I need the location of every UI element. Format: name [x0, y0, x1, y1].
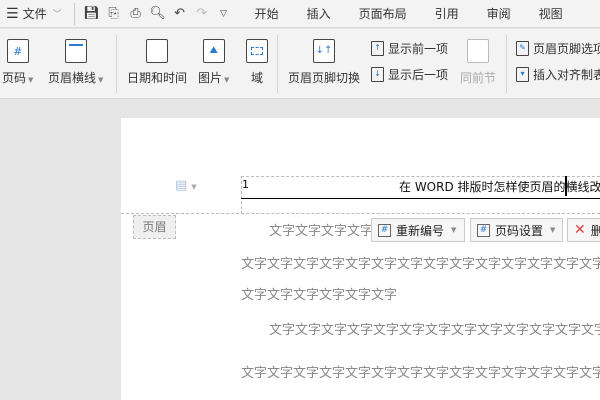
- header-footer-options-button[interactable]: ✎ 页眉页脚选项: [516, 40, 600, 57]
- header-page-number: 1: [242, 178, 249, 191]
- field-button[interactable]: 域: [246, 39, 268, 86]
- picture-icon: ⛰: [202, 39, 225, 63]
- page-icon[interactable]: ▤ ▼: [175, 178, 197, 193]
- caret-icon: ▼: [28, 76, 34, 84]
- hamburger-icon: ☰: [6, 5, 19, 22]
- label: 显示前一项: [388, 42, 449, 56]
- file-menu-label: 文件: [22, 7, 47, 21]
- show-next-button[interactable]: ↓ 显示后一项: [371, 66, 448, 83]
- body-line: 文字文字文字文字文字文字文字文字文字文字文字文字文字文字文字文字文字文字文字文字: [241, 257, 600, 272]
- delete-page-number-button[interactable]: ✕ 删除页码: [567, 218, 600, 242]
- print-icon[interactable]: ⎙: [125, 6, 147, 21]
- alignment-tab-icon: ▾: [516, 67, 529, 82]
- customize-dropdown-icon[interactable]: ▽: [213, 9, 235, 19]
- divider: [73, 2, 75, 25]
- divider: [116, 35, 117, 93]
- body-line: 文字文字文字文字文字文字文字文字文字文字文字文字文字文字文字文字文字文字文字文字: [241, 366, 600, 381]
- header-boundary: [121, 213, 600, 214]
- switch-icon: ↓↑: [313, 39, 335, 63]
- label: 域: [250, 71, 263, 85]
- divider: [506, 35, 507, 93]
- label: 重新编号: [396, 223, 445, 238]
- previous-icon: ↑: [371, 41, 384, 56]
- undo-icon[interactable]: ↶: [169, 6, 191, 21]
- label: 日期和时间: [127, 71, 188, 85]
- label: 页码: [2, 71, 27, 85]
- tab-view[interactable]: 视图: [525, 5, 577, 22]
- date-time-button[interactable]: 日期和时间: [127, 39, 187, 86]
- show-previous-button[interactable]: ↑ 显示前一项: [371, 40, 448, 57]
- header-label: 页眉: [133, 215, 176, 239]
- redo-icon[interactable]: ↷: [191, 6, 213, 21]
- page-settings-icon: #: [477, 223, 490, 237]
- header-text: 在 WORD 排版时怎样使页眉的横线改: [399, 180, 600, 194]
- tab-page-layout[interactable]: 页面布局: [345, 5, 421, 22]
- print-preview-icon[interactable]: 🔍︎: [147, 6, 169, 21]
- label: 图片: [198, 71, 223, 85]
- file-menu[interactable]: ☰ 文件 ﹀: [0, 5, 68, 22]
- field-icon: [246, 39, 268, 63]
- label: 插入对齐制表位: [533, 68, 600, 82]
- delete-icon: ✕: [574, 222, 586, 238]
- caret-icon: ▼: [550, 226, 556, 234]
- label: 页码设置: [495, 223, 544, 238]
- label: 同前节: [460, 71, 497, 85]
- header-line-button[interactable]: 页眉横线 ▼: [48, 39, 103, 86]
- header-line-icon: [64, 39, 87, 63]
- body-line: 文字文字文字文字文字文字: [241, 288, 398, 303]
- picture-button[interactable]: ⛰ 图片 ▼: [198, 39, 229, 86]
- tab-home[interactable]: 开始: [241, 5, 293, 22]
- page-number-settings-button[interactable]: # 页码设置 ▼: [470, 218, 563, 242]
- same-as-previous-icon: [467, 39, 489, 63]
- tab-insert[interactable]: 插入: [293, 5, 345, 22]
- options-icon: ✎: [516, 41, 529, 56]
- caret-icon: ▼: [98, 76, 104, 84]
- same-as-previous-button[interactable]: 同前节: [460, 39, 496, 86]
- next-icon: ↓: [371, 67, 384, 82]
- calendar-icon: [146, 39, 168, 63]
- label: 显示后一项: [388, 68, 449, 82]
- save-icon[interactable]: 💾︎: [81, 6, 103, 21]
- label: 页眉页脚切换: [288, 71, 361, 85]
- caret-icon: ▼: [224, 76, 230, 84]
- ribbon: # 页码 ▼ 页眉横线 ▼ 日期和时间 ⛰ 图片 ▼ 域 ↓↑ 页眉页脚切换 ↑ 显示前…: [0, 29, 600, 99]
- header-line: [241, 198, 600, 199]
- divider: [277, 35, 278, 93]
- caret-icon: ▼: [451, 226, 457, 234]
- chevron-down-icon: ﹀: [52, 10, 62, 20]
- renumber-icon: #: [378, 223, 391, 237]
- label: 删除页码: [591, 222, 600, 239]
- format-painter-icon[interactable]: ⎘: [103, 6, 125, 21]
- renumber-button[interactable]: # 重新编号 ▼: [371, 218, 465, 242]
- text-cursor: [565, 176, 567, 196]
- page-number-icon: #: [6, 39, 29, 63]
- title-bar: ☰ 文件 ﹀ 💾︎ ⎘ ⎙ 🔍︎ ↶ ↷ ▽ 开始 插入 页面布局 引用 审阅 …: [0, 0, 600, 28]
- tab-review[interactable]: 审阅: [473, 5, 525, 22]
- page-number-button[interactable]: # 页码 ▼: [2, 39, 33, 86]
- body-line: 文字文字文字文字文字文字文字文字文字文字文字文字文字文字文字文字文字文字文字文字: [269, 224, 379, 239]
- switch-header-footer-button[interactable]: ↓↑ 页眉页脚切换: [288, 39, 360, 86]
- insert-alignment-tab-button[interactable]: ▾ 插入对齐制表位: [516, 66, 600, 83]
- label: 页眉页脚选项: [533, 42, 600, 56]
- tab-references[interactable]: 引用: [421, 5, 473, 22]
- body-line: 文字文字文字文字文字文字文字文字文字文字文字文字文字文字文字文字文字文字文字文字: [269, 323, 600, 338]
- label: 页眉横线: [48, 71, 97, 85]
